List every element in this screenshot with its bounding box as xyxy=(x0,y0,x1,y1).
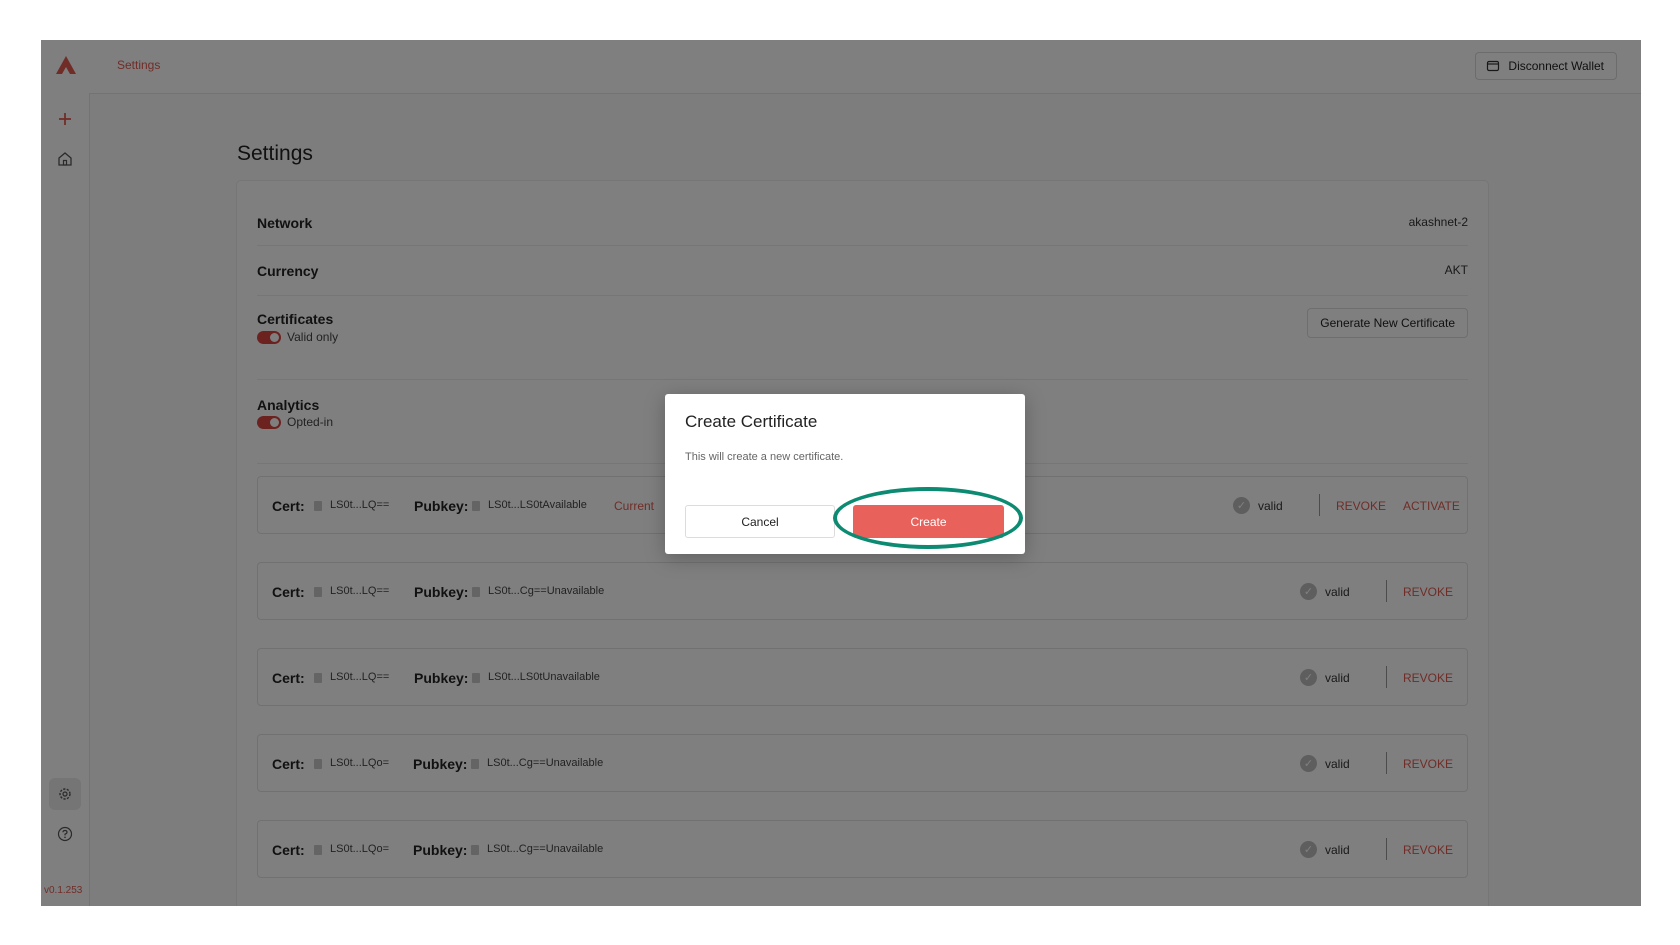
highlight-ellipse xyxy=(833,487,1023,549)
dialog-message: This will create a new certificate. xyxy=(685,451,844,463)
cancel-button[interactable]: Cancel xyxy=(685,505,835,538)
dialog-title: Create Certificate xyxy=(685,412,818,431)
